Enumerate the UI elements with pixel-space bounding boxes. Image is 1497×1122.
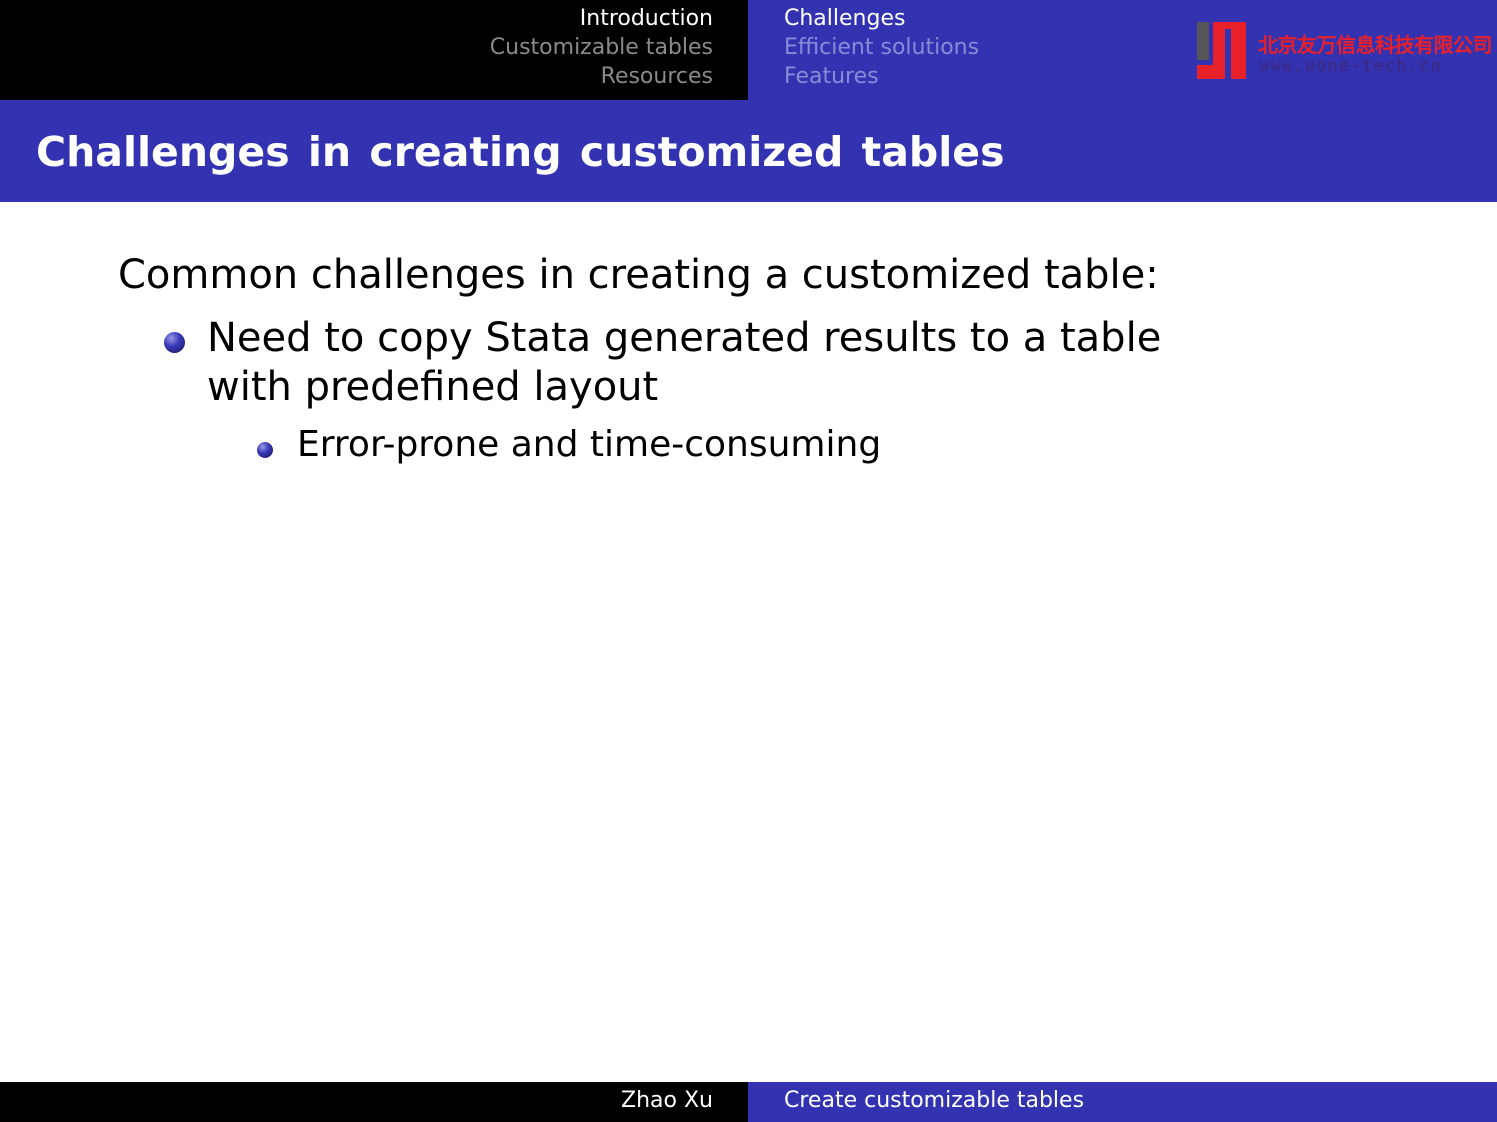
header-subsection-nav: Challenges Efficient solutions Features … [748,0,1497,100]
bullet-item: Need to copy Stata generated results to … [207,315,1162,410]
logo-url: www.uone-tech.cn [1259,56,1442,76]
footer-author: Zhao Xu [621,1088,713,1113]
footer-title-bar: Create customizable tables [748,1082,1497,1122]
logo-mark-icon [1197,22,1246,79]
nav-subsection-efficient-solutions[interactable]: Efficient solutions [784,33,979,62]
subsection-list: Challenges Efficient solutions Features [784,4,979,91]
nav-section-customizable-tables[interactable]: Customizable tables [490,33,713,62]
footer-presentation-title: Create customizable tables [784,1088,1085,1113]
company-logo: 北京友万信息科技有限公司 www.uone-tech.cn [1195,21,1493,81]
sub-bullet-item: Error-prone and time-consuming [297,424,882,465]
frame-title: Challenges in creating customized tables [36,128,1005,176]
section-list: Introduction Customizable tables Resourc… [490,4,713,91]
footer-author-bar: Zhao Xu [0,1082,748,1122]
nav-subsection-challenges[interactable]: Challenges [784,4,979,33]
nav-subsection-features[interactable]: Features [784,62,979,91]
sub-bullet-ball-icon [257,442,273,458]
logo-company-name: 北京友万信息科技有限公司 [1258,33,1493,57]
header-section-nav: Introduction Customizable tables Resourc… [0,0,748,100]
bullet-ball-icon [164,332,185,353]
intro-text: Common challenges in creating a customiz… [118,252,1159,298]
nav-section-resources[interactable]: Resources [490,62,713,91]
nav-section-introduction[interactable]: Introduction [490,4,713,33]
